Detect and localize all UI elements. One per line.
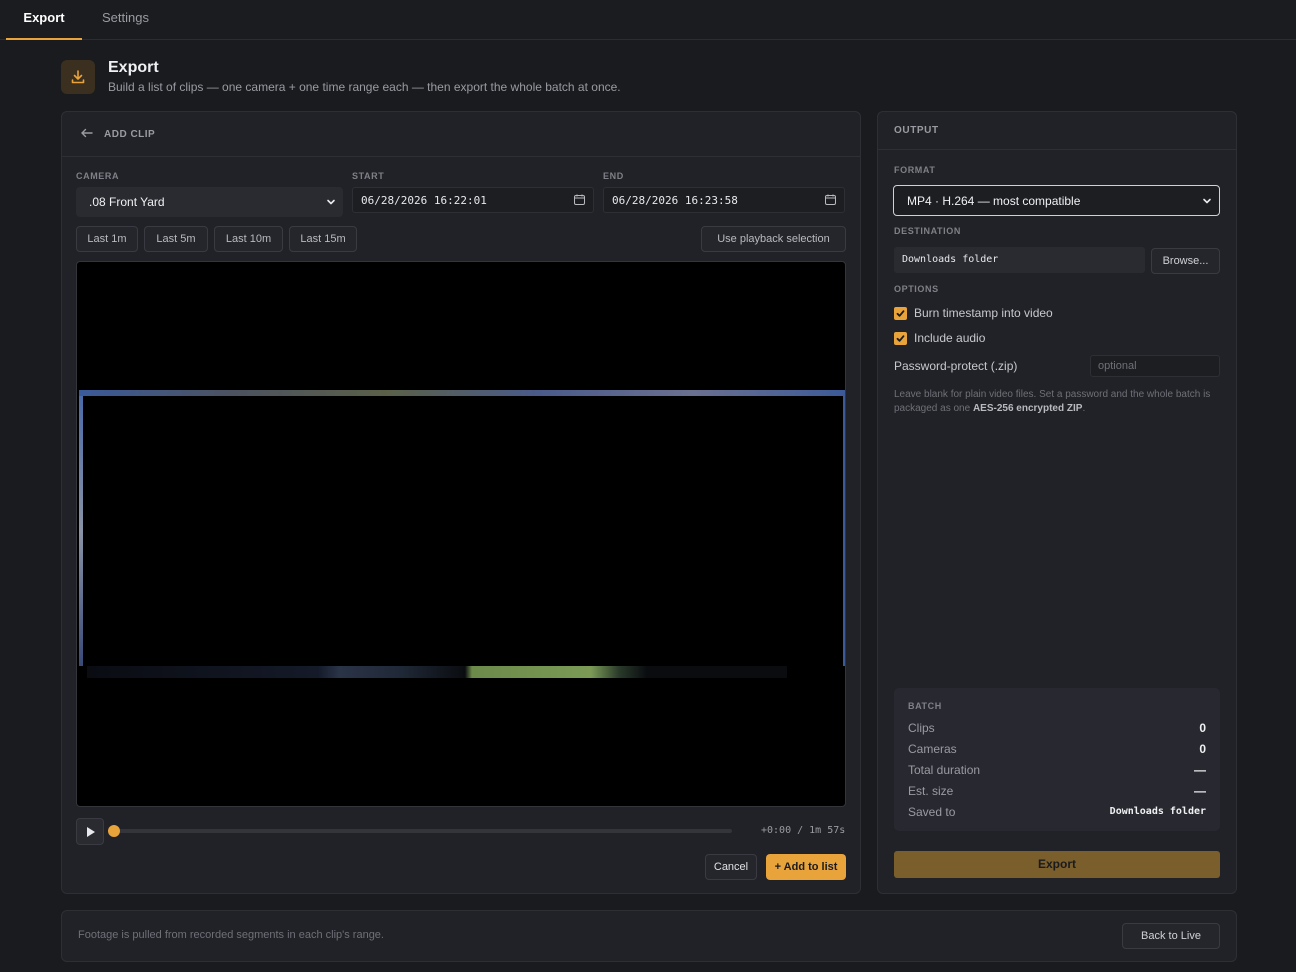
batch-clips-value: 0 xyxy=(1199,721,1206,735)
batch-key: Total duration xyxy=(908,763,981,777)
browse-button[interactable]: Browse... xyxy=(1151,248,1220,274)
check-icon xyxy=(896,335,905,342)
back-arrow-icon[interactable] xyxy=(80,126,94,143)
batch-cameras-value: 0 xyxy=(1199,742,1206,756)
export-button[interactable]: Export xyxy=(894,851,1220,878)
burn-timestamp-label: Burn timestamp into video xyxy=(914,306,1053,320)
last-1m-button[interactable]: Last 1m xyxy=(76,226,138,252)
password-input[interactable]: optional xyxy=(1090,355,1220,377)
start-datetime-input[interactable]: 06/28/2026 16:22:01 xyxy=(352,187,594,213)
scrub-handle[interactable] xyxy=(108,825,120,837)
password-help-end: . xyxy=(1082,403,1086,414)
cancel-button[interactable]: Cancel xyxy=(705,854,757,880)
format-label: FORMAT xyxy=(894,165,936,175)
check-icon xyxy=(896,310,905,317)
include-audio-label: Include audio xyxy=(914,331,986,345)
last-15m-button[interactable]: Last 15m xyxy=(289,226,357,252)
end-label: END xyxy=(603,171,624,181)
burn-timestamp-checkbox[interactable] xyxy=(894,307,907,320)
batch-saved-to-value: Downloads folder xyxy=(1109,806,1206,817)
play-button[interactable] xyxy=(76,818,104,845)
add-to-list-button[interactable]: + Add to list xyxy=(766,854,846,880)
video-frame-edge xyxy=(79,390,845,396)
back-to-live-button[interactable]: Back to Live xyxy=(1122,923,1220,949)
password-help: Leave blank for plain video files. Set a… xyxy=(894,388,1220,416)
password-label: Password-protect (.zip) xyxy=(894,359,1018,373)
batch-key: Cameras xyxy=(908,742,957,756)
camera-label: CAMERA xyxy=(76,171,120,181)
add-clip-title: ADD CLIP xyxy=(104,129,156,140)
batch-key: Est. size xyxy=(908,784,954,798)
output-title: OUTPUT xyxy=(894,125,939,136)
start-label: START xyxy=(352,171,385,181)
divider xyxy=(62,156,860,157)
password-help-emphasis: AES-256 encrypted ZIP xyxy=(972,403,1083,414)
destination-field[interactable]: Downloads folder xyxy=(894,247,1145,273)
options-label: OPTIONS xyxy=(894,284,939,294)
format-select[interactable]: MP4 · H.264 — most compatible xyxy=(893,185,1220,216)
batch-key: Saved to xyxy=(908,805,956,819)
video-preview[interactable] xyxy=(76,261,846,807)
format-select-value: MP4 · H.264 — most compatible xyxy=(907,194,1081,208)
download-icon xyxy=(61,60,95,94)
scrub-track[interactable] xyxy=(114,829,732,833)
tab-settings[interactable]: Settings xyxy=(88,0,163,40)
play-icon xyxy=(87,827,95,837)
start-datetime-value: 06/28/2026 16:22:01 xyxy=(361,194,487,207)
batch-title: BATCH xyxy=(908,701,942,711)
last-10m-button[interactable]: Last 10m xyxy=(214,226,283,252)
batch-key: Clips xyxy=(908,721,935,735)
page-subtitle: Build a list of clips — one camera + one… xyxy=(108,80,621,94)
include-audio-checkbox[interactable] xyxy=(894,332,907,345)
batch-duration-value: — xyxy=(1194,763,1206,777)
camera-select[interactable]: .08 Front Yard xyxy=(76,187,343,217)
footer-note: Footage is pulled from recorded segments… xyxy=(78,929,384,941)
calendar-icon[interactable] xyxy=(825,194,836,205)
video-frame-edge xyxy=(843,396,845,666)
camera-select-value: .08 Front Yard xyxy=(89,195,165,209)
page-title: Export xyxy=(108,59,159,76)
divider xyxy=(878,149,1236,150)
time-readout: +0:00 / 1m 57s xyxy=(761,825,846,836)
last-5m-button[interactable]: Last 5m xyxy=(144,226,208,252)
video-frame-edge xyxy=(87,666,787,678)
end-datetime-value: 06/28/2026 16:23:58 xyxy=(612,194,738,207)
top-nav: Export Settings xyxy=(0,0,1296,40)
batch-size-value: — xyxy=(1194,784,1206,798)
destination-label: DESTINATION xyxy=(894,226,961,236)
video-frame-edge xyxy=(79,396,83,666)
chevron-down-icon xyxy=(1203,198,1211,204)
end-datetime-input[interactable]: 06/28/2026 16:23:58 xyxy=(603,187,845,213)
chevron-down-icon xyxy=(327,199,335,205)
calendar-icon[interactable] xyxy=(574,194,585,205)
tab-export[interactable]: Export xyxy=(6,0,82,40)
use-playback-selection-button[interactable]: Use playback selection xyxy=(701,226,846,252)
